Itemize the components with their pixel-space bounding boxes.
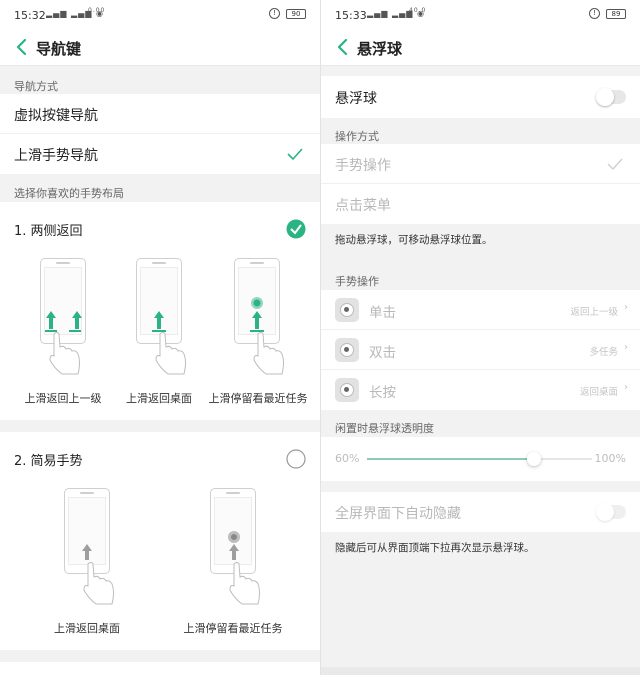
hand-gesture-icon [83,562,114,605]
gesture-caption: 上滑停留看最近任务 [183,622,283,635]
auto-hide-hint: 隐藏后可从界面顶端下拉再次显示悬浮球。 [335,542,535,554]
swipe-up-arrow-icon [45,311,82,332]
next-card-edge [0,662,320,675]
floating-ball-toggle[interactable] [596,88,626,106]
checkmark-icon [607,158,623,171]
gesture-ops-label: 手势操作 [335,275,379,288]
unselected-radio-icon[interactable] [286,449,306,469]
alarm-icon: ! [589,8,600,19]
opacity-label: 闲置时悬浮球透明度 [335,422,434,435]
status-time: 15:33 [335,9,367,22]
layout-card-simple-gesture[interactable]: 2. 简易手势 上滑返回桌面 上滑停留看最近任务 [0,432,320,650]
opacity-min: 60% [335,452,360,465]
hand-gesture-icon [49,332,80,375]
toggle-label: 悬浮球 [335,91,377,107]
opacity-slider-row: 60% 100% [321,437,640,481]
option-tap-menu[interactable]: 点击菜单 [321,184,640,224]
floating-ball-icon [335,298,359,322]
layout-title: 1. 两侧返回 [14,224,83,239]
auto-hide-row[interactable]: 全屏界面下自动隐藏 [321,492,640,532]
gesture-op-label: 双击 [369,345,396,361]
hand-gesture-icon [229,562,260,605]
layout-label: 选择你喜欢的手势布局 [14,187,124,200]
checkmark-icon [287,148,303,161]
page-title: 悬浮球 [357,40,403,58]
nav-mode-card: 虚拟按键导航 上滑手势导航 [0,94,320,174]
swipe-hold-arrow-icon [250,297,264,332]
option-virtual-keys[interactable]: 虚拟按键导航 [0,94,320,134]
back-arrow-icon[interactable] [14,38,30,56]
gesture-op-single-tap[interactable]: 单击 返回上一级 › [321,290,640,330]
opacity-slider-fill [367,458,534,460]
layout-title: 2. 简易手势 [14,454,83,469]
drag-hint: 拖动悬浮球，可移动悬浮球位置。 [335,234,493,246]
gesture-caption: 上滑返回上一级 [24,392,102,405]
auto-hide-toggle[interactable] [596,503,626,521]
gesture-caption: 上滑返回桌面 [126,392,192,405]
chevron-right-icon: › [624,342,628,353]
toggle-label: 全屏界面下自动隐藏 [335,506,461,522]
gesture-caption: 上滑停留看最近任务 [208,392,308,405]
gesture-op-value: 多任务 [589,347,618,358]
battery-icon: 89 [606,9,626,19]
network-speed: 40.0 [409,7,427,14]
operation-mode-card: 手势操作 点击菜单 [321,144,640,224]
battery-icon: 90 [286,9,306,19]
option-gesture-operation[interactable]: 手势操作 [321,144,640,184]
floating-ball-icon [335,338,359,362]
bottom-edge [321,667,640,675]
status-time: 15:32 [14,9,46,22]
swipe-hold-arrow-icon [228,531,240,560]
floating-ball-screen: 15:33 ▂▄▆ ▂▄▆ ◉ 40.0 ! 89 悬浮球 悬浮球 操作方式 手… [320,0,640,675]
floating-ball-toggle-row[interactable]: 悬浮球 [321,76,640,118]
navigation-keys-screen: 15:32 ▂▄▆ ▂▄▆ ◉ 0.00 ! 90 导航键 导航方式 虚拟按键导… [0,0,320,675]
gesture-op-label: 单击 [369,305,396,321]
gesture-op-double-tap[interactable]: 双击 多任务 › [321,330,640,370]
gesture-op-label: 长按 [369,385,396,401]
option-label: 虚拟按键导航 [14,108,98,124]
gesture-op-long-press[interactable]: 长按 返回桌面 › [321,370,640,410]
swipe-up-arrow-icon [82,544,92,560]
opacity-slider-track[interactable] [367,452,592,466]
back-arrow-icon[interactable] [335,38,351,56]
opacity-max: 100% [594,452,626,465]
network-speed: 0.00 [88,7,106,14]
page-title: 导航键 [36,40,82,58]
status-bar: 15:32 ▂▄▆ ▂▄▆ ◉ 0.00 ! 90 [0,0,320,30]
option-label: 点击菜单 [335,198,391,214]
selected-check-circle-icon[interactable] [286,219,306,239]
opacity-slider-handle[interactable] [526,452,541,466]
hand-gesture-icon [155,332,186,375]
gesture-ops-card: 单击 返回上一级 › 双击 多任务 › 长按 返回桌面 › [321,290,640,410]
nav-mode-label: 导航方式 [14,80,58,93]
swipe-up-arrow-icon [152,311,166,332]
title-bar: 导航键 [0,30,320,66]
option-swipe-gestures[interactable]: 上滑手势导航 [0,134,320,174]
option-label: 手势操作 [335,158,391,174]
title-bar: 悬浮球 [321,30,640,66]
gesture-caption: 上滑返回桌面 [54,622,120,635]
floating-ball-icon [335,378,359,402]
layout-card-two-side-back[interactable]: 1. 两侧返回 上滑返回上一级 上滑返回桌面 上滑停留看最近任务 [0,202,320,420]
chevron-right-icon: › [624,302,628,313]
operation-label: 操作方式 [335,130,379,143]
gesture-op-value: 返回桌面 [579,387,618,398]
hand-gesture-icon [253,332,284,375]
chevron-right-icon: › [624,382,628,393]
alarm-icon: ! [269,8,280,19]
status-bar: 15:33 ▂▄▆ ▂▄▆ ◉ 40.0 ! 89 [321,0,640,30]
gesture-op-value: 返回上一级 [570,307,618,318]
option-label: 上滑手势导航 [14,148,98,164]
